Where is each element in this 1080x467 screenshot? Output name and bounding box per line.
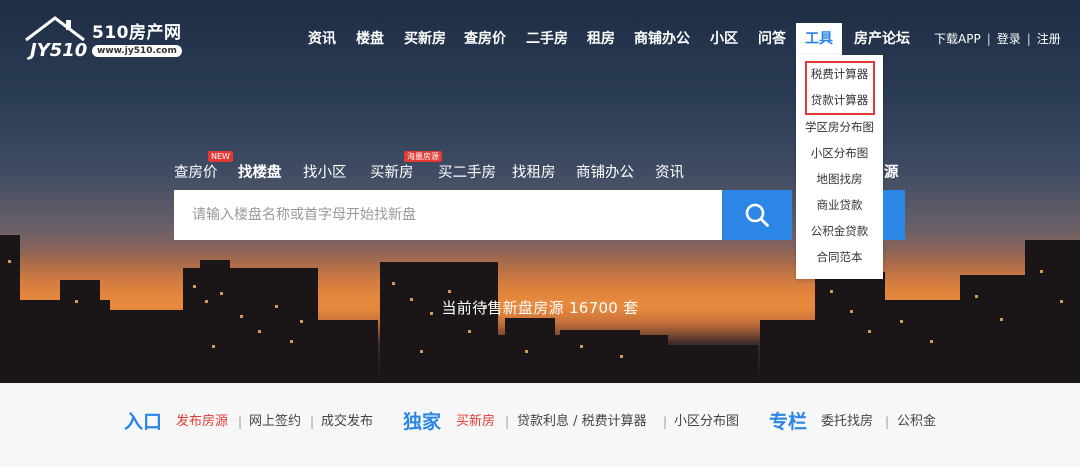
dropdown-item-community-map[interactable]: 小区分布图 <box>796 140 883 166</box>
nav-item-commercial[interactable]: 商铺办公 <box>634 23 690 55</box>
logo-url: www.jy510.com <box>92 44 182 57</box>
tab-news[interactable]: 资讯 <box>655 160 684 186</box>
separator: | <box>310 415 315 429</box>
tab-buy-resale[interactable]: 买二手房 <box>438 160 496 186</box>
link-housing-fund[interactable]: 公积金 <box>897 407 936 437</box>
entry-heading: 入口 <box>124 411 163 433</box>
dropdown-item-commercial-loan[interactable]: 商业贷款 <box>796 192 883 218</box>
quick-links-bar: 入口 发布房源 | 网上签约 | 成交发布 独家 买新房 | 贷款利息 / 税费… <box>0 383 1080 467</box>
register-link[interactable]: 注册 <box>1037 32 1061 46</box>
nav-item-forum[interactable]: 房产论坛 <box>854 23 910 55</box>
svg-text:JY510: JY510 <box>27 40 87 60</box>
nav-item-news[interactable]: 资讯 <box>308 23 336 55</box>
nav-item-qa[interactable]: 问答 <box>758 23 786 55</box>
dropdown-item-contract-template[interactable]: 合同范本 <box>796 244 883 270</box>
tools-dropdown-menu: 税费计算器 贷款计算器 学区房分布图 小区分布图 地图找房 商业贷款 公积金贷款… <box>796 55 883 279</box>
nav-item-prices[interactable]: 查房价 <box>464 23 506 55</box>
logo-name: 510房产网 <box>92 22 182 43</box>
nav-item-properties[interactable]: 楼盘 <box>356 23 384 55</box>
tab-partial-label[interactable]: 源 <box>884 160 899 186</box>
separator: | <box>238 415 243 429</box>
separator: | <box>986 32 991 46</box>
search-input[interactable] <box>174 190 722 240</box>
link-buy-new[interactable]: 买新房 <box>456 407 495 437</box>
logo-house-icon: JY510 <box>25 16 87 60</box>
tab-find-community[interactable]: 找小区 <box>303 160 347 186</box>
nav-item-tools[interactable]: 工具 <box>796 23 842 55</box>
account-links: 下载APP | 登录 | 注册 <box>934 23 1061 55</box>
search-button-edge <box>883 190 905 240</box>
tab-check-price[interactable]: 查房价 <box>174 160 218 186</box>
link-post-listing[interactable]: 发布房源 <box>176 407 228 437</box>
link-loan-tax-calculator[interactable]: 贷款利息 / 税费计算器 <box>517 407 647 437</box>
tab-find-property[interactable]: 找楼盘 <box>238 160 282 186</box>
tab-buy-new[interactable]: 买新房 <box>370 160 414 186</box>
separator: | <box>1026 32 1031 46</box>
exclusive-heading: 独家 <box>403 411 442 433</box>
dropdown-item-map-search[interactable]: 地图找房 <box>796 166 883 192</box>
link-community-map[interactable]: 小区分布图 <box>674 407 739 437</box>
nav-item-resale[interactable]: 二手房 <box>526 23 568 55</box>
listing-count-text: 当前待售新盘房源 16700 套 <box>441 299 639 317</box>
tab-commercial[interactable]: 商铺办公 <box>576 160 634 186</box>
login-link[interactable]: 登录 <box>997 32 1021 46</box>
download-app-link[interactable]: 下载APP <box>934 32 981 46</box>
separator: | <box>885 415 890 429</box>
link-entrust-search[interactable]: 委托找房 <box>821 407 873 437</box>
link-online-signing[interactable]: 网上签约 <box>249 407 301 437</box>
separator: | <box>505 415 510 429</box>
nav-item-new-homes[interactable]: 买新房 <box>404 23 446 55</box>
link-deal-release[interactable]: 成交发布 <box>321 407 373 437</box>
tab-rent[interactable]: 找租房 <box>512 160 556 186</box>
dropdown-item-loan-calculator[interactable]: 贷款计算器 <box>796 87 883 113</box>
nav-item-rent[interactable]: 租房 <box>587 23 615 55</box>
dropdown-item-tax-calculator[interactable]: 税费计算器 <box>796 61 883 87</box>
separator: | <box>663 415 668 429</box>
site-logo[interactable]: JY510 510房产网 www.jy510.com <box>22 14 182 60</box>
search-button[interactable] <box>722 190 792 240</box>
dropdown-item-school-district-map[interactable]: 学区房分布图 <box>796 114 883 140</box>
column-heading: 专栏 <box>769 411 808 433</box>
nav-item-community[interactable]: 小区 <box>710 23 738 55</box>
search-icon <box>745 203 769 227</box>
dropdown-item-housing-fund-loan[interactable]: 公积金贷款 <box>796 218 883 244</box>
